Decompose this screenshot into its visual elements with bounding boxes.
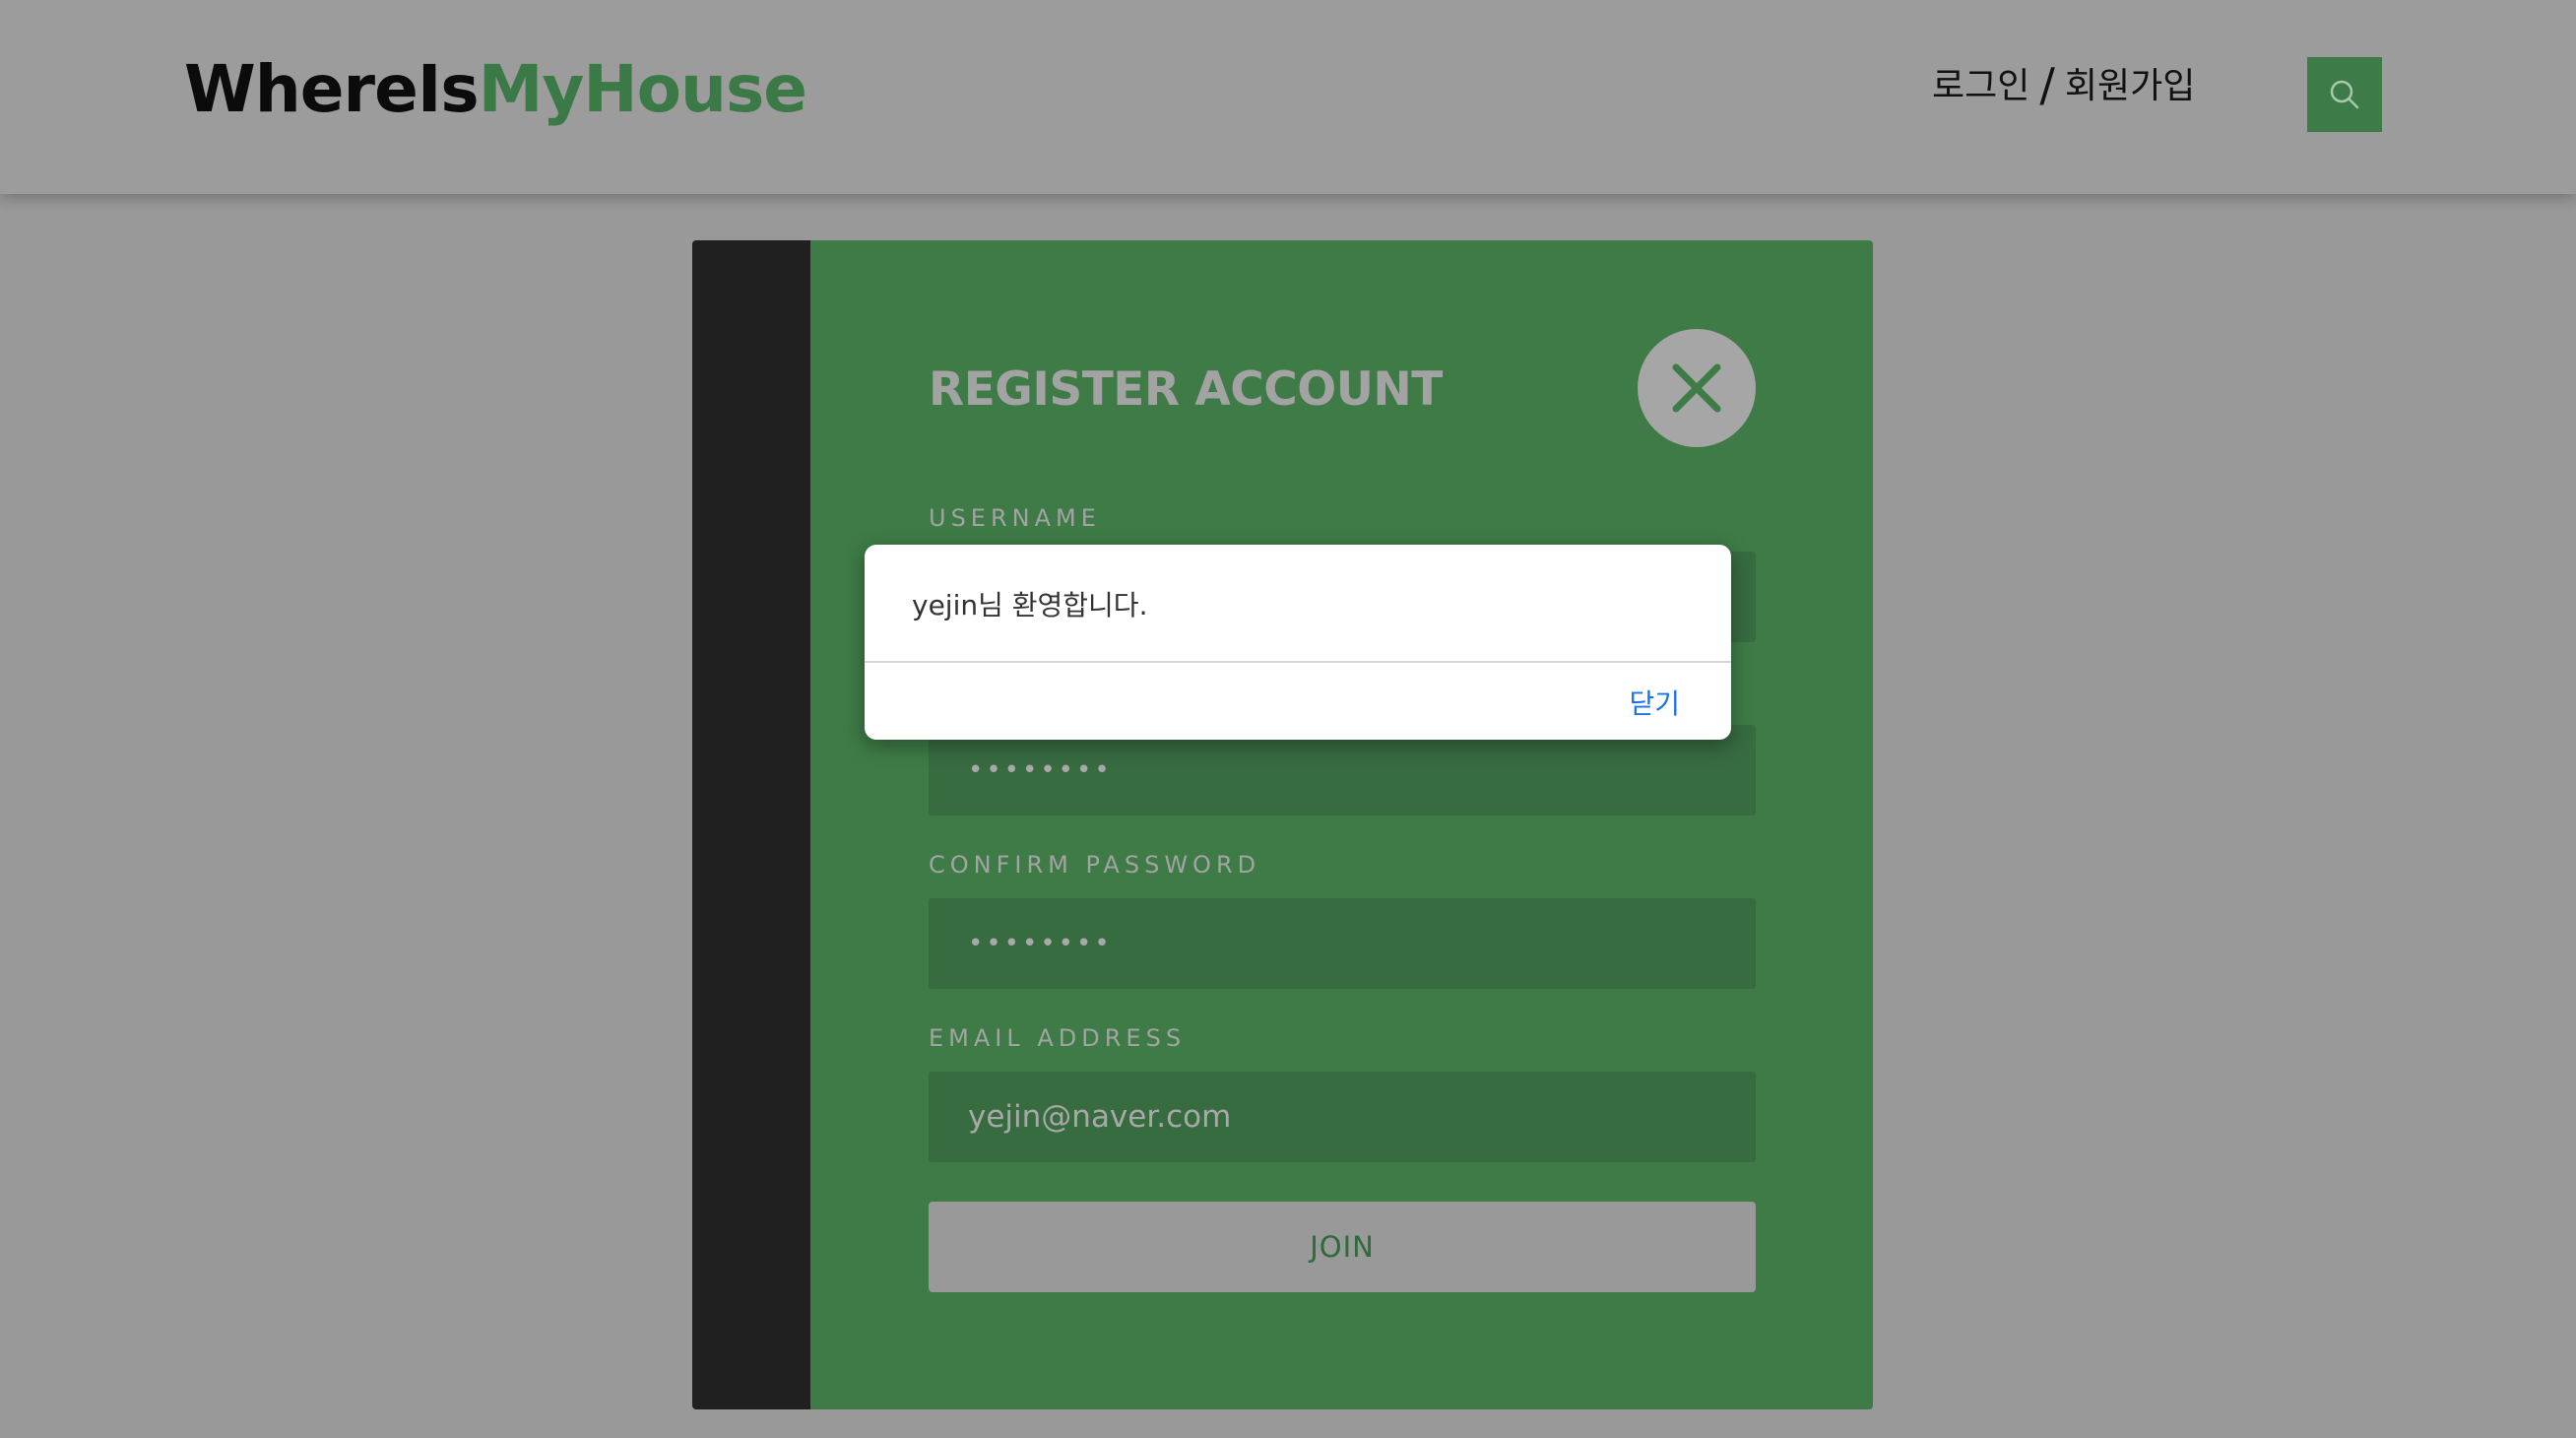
nav-separator: / bbox=[2039, 58, 2055, 111]
confirm-password-label: CONFIRM PASSWORD bbox=[929, 851, 1261, 879]
close-icon bbox=[1672, 363, 1721, 413]
alert-message: yejin님 환영합니다. bbox=[912, 589, 1148, 621]
confirm-password-value: •••••••• bbox=[968, 929, 1113, 958]
search-icon bbox=[2330, 80, 2359, 109]
auth-nav: 로그인 / 회원가입 bbox=[1932, 57, 2195, 111]
brand-logo[interactable]: WhereIsMyHouse bbox=[184, 51, 807, 127]
email-value: yejin@naver.com bbox=[968, 1099, 1232, 1135]
close-button[interactable] bbox=[1638, 329, 1756, 447]
top-header: WhereIsMyHouse 로그인 / 회원가입 bbox=[0, 0, 2576, 194]
register-title: REGISTER ACCOUNT bbox=[929, 362, 1443, 417]
search-button[interactable] bbox=[2307, 57, 2382, 132]
modal-side-strip bbox=[692, 240, 810, 1409]
join-button[interactable]: JOIN bbox=[929, 1202, 1756, 1292]
username-label: USERNAME bbox=[929, 504, 1101, 532]
login-link[interactable]: 로그인 bbox=[1932, 66, 2029, 106]
brand-text-myhouse: MyHouse bbox=[478, 51, 807, 127]
alert-divider bbox=[865, 661, 1731, 663]
signup-link[interactable]: 회원가입 bbox=[2065, 66, 2195, 106]
confirm-password-field[interactable]: •••••••• bbox=[929, 898, 1756, 989]
brand-text-whereis: WhereIs bbox=[184, 51, 480, 127]
email-field[interactable]: yejin@naver.com bbox=[929, 1072, 1756, 1162]
alert-close-button[interactable]: 닫기 bbox=[1629, 683, 1680, 722]
alert-dialog: yejin님 환영합니다. 닫기 bbox=[865, 545, 1731, 740]
email-label: EMAIL ADDRESS bbox=[929, 1024, 1187, 1052]
